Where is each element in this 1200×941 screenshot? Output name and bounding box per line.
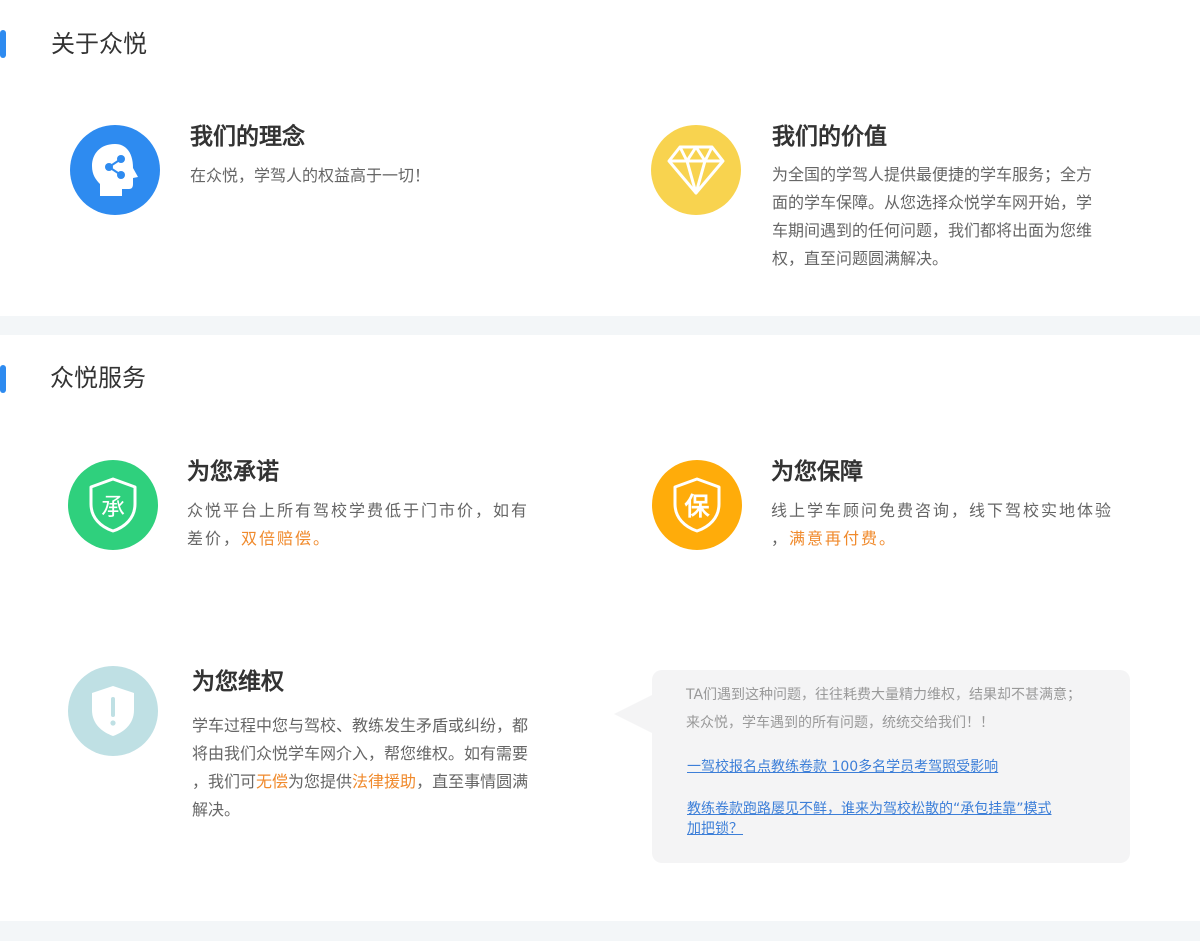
value-line: 为全国的学驾人提供最便捷的学车服务；全方 (772, 165, 1093, 184)
section-marker (0, 365, 6, 393)
value-line: 权，直至问题圆满解决。 (772, 249, 949, 268)
guarantee-line2-text: ， (771, 529, 790, 548)
rights-line: ，我们可无偿为您提供法律援助，直至事情圆满 (192, 768, 528, 796)
concept-badge (70, 125, 160, 215)
bubble-line: 来众悦，学车遇到的所有问题，统统交给我们！！ (686, 715, 994, 731)
guarantee-line: ，满意再付费。 (771, 525, 1113, 553)
rights-line3-b: 为您提供 (288, 772, 353, 791)
rights-highlight-legal: 法律援助 (352, 772, 417, 791)
rights-line3-c: ，直至事情圆满 (416, 772, 529, 791)
rights-text: 学车过程中您与驾校、教练发生矛盾或纠纷，都 将由我们众悦学车网介入，帮您维权。如… (192, 712, 528, 824)
promise-line: 众悦平台上所有驾校学费低于门市价，如有 (187, 501, 530, 520)
section-divider (0, 921, 1200, 941)
guarantee-title: 为您保障 (771, 459, 863, 485)
value-title: 我们的价值 (772, 124, 887, 150)
section-marker (0, 30, 6, 58)
rights-line: 学车过程中您与驾校、教练发生矛盾或纠纷，都 (192, 716, 529, 735)
shield-bao-icon: 保 (673, 477, 721, 533)
promise-line2-text: 差价， (187, 529, 242, 548)
promise-title: 为您承诺 (187, 459, 279, 485)
head-network-icon (92, 144, 138, 196)
section-title-services: 众悦服务 (50, 364, 146, 392)
guarantee-text: 线上学车顾问免费咨询，线下驾校实地体验 ，满意再付费。 (771, 497, 1113, 553)
news-link[interactable]: 一驾校报名点教练卷款 100多名学员考驾照受影响 (687, 757, 998, 777)
promise-line: 差价，双倍赔偿。 (187, 525, 529, 553)
rights-highlight-free: 无偿 (256, 772, 289, 791)
section-title-about: 关于众悦 (51, 30, 147, 58)
value-line: 车期间遇到的任何问题，我们都将出面为您维 (772, 221, 1093, 240)
promise-highlight: 双倍赔偿。 (241, 529, 332, 548)
rights-line: 将由我们众悦学车网介入，帮您维权。如有需要 (192, 744, 529, 763)
value-badge (651, 125, 741, 215)
news-link[interactable]: 教练卷款跑路屡见不鲜，谁来为驾校松散的“承包挂靠”模式 加把锁？ (687, 799, 1107, 839)
shield-char: 承 (101, 493, 125, 521)
value-text: 为全国的学驾人提供最便捷的学车服务；全方 面的学车保障。从您选择众悦学车网开始，… (772, 161, 1092, 273)
rights-line: 解决。 (192, 800, 241, 819)
value-line: 面的学车保障。从您选择众悦学车网开始，学 (772, 193, 1093, 212)
concept-title: 我们的理念 (190, 124, 305, 150)
news-link-line: 教练卷款跑路屡见不鲜，谁来为驾校松散的“承包挂靠”模式 (687, 801, 1052, 817)
concept-text: 在众悦，学驾人的权益高于一切！ (190, 166, 431, 185)
shield-exclaim-icon (92, 686, 134, 736)
news-link-line: 加把锁？ (687, 821, 743, 837)
shield-char: 保 (683, 492, 710, 521)
bubble-line: TA们遇到这种问题，往往耗费大量精力维权，结果却不甚满意； (686, 687, 1082, 703)
shield-cheng-icon: 承 (89, 477, 137, 533)
rights-badge (68, 666, 158, 756)
section-divider (0, 316, 1200, 335)
diamond-icon (667, 145, 725, 195)
speech-bubble: TA们遇到这种问题，往往耗费大量精力维权，结果却不甚满意； 来众悦，学车遇到的所… (652, 670, 1130, 863)
bubble-tail (614, 694, 654, 734)
promise-text: 众悦平台上所有驾校学费低于门市价，如有 差价，双倍赔偿。 (187, 497, 529, 553)
rights-title: 为您维权 (192, 669, 284, 695)
guarantee-highlight: 满意再付费。 (789, 529, 898, 548)
guarantee-badge: 保 (652, 460, 742, 550)
guarantee-line: 线上学车顾问免费咨询，线下驾校实地体验 (771, 501, 1114, 520)
promise-badge: 承 (68, 460, 158, 550)
rights-line3-a: ，我们可 (192, 772, 257, 791)
